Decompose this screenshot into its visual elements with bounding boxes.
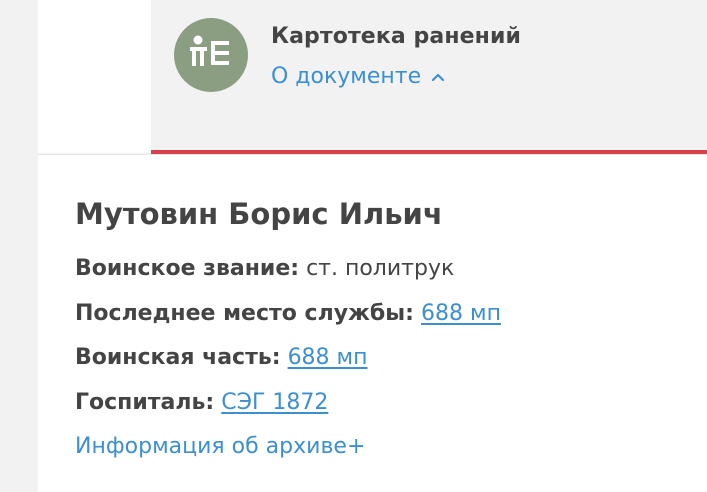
chevron-up-icon bbox=[431, 72, 445, 82]
record-card: Мутовин Борис Ильич Воинское звание: ст.… bbox=[38, 154, 707, 492]
person-document-glyph bbox=[190, 35, 229, 66]
unit-label: Воинская часть: bbox=[75, 345, 281, 370]
document-header: Картотека ранений О документе bbox=[151, 0, 707, 150]
document-title: Картотека ранений bbox=[271, 24, 521, 49]
about-document-label: О документе bbox=[271, 64, 422, 89]
hospital-label: Госпиталь: bbox=[75, 390, 215, 415]
person-name: Мутовин Борис Ильич bbox=[75, 197, 443, 231]
unit-field: Воинская часть: 688 мп bbox=[75, 345, 368, 370]
unit-link[interactable]: 688 мп bbox=[288, 345, 368, 370]
hospital-link[interactable]: СЭГ 1872 bbox=[221, 390, 328, 415]
page: Картотека ранений О документе Мутовин Бо… bbox=[0, 0, 707, 492]
last-service-link[interactable]: 688 мп bbox=[421, 301, 501, 326]
rank-field: Воинское звание: ст. политрук bbox=[75, 256, 454, 281]
last-service-field: Последнее место службы: 688 мп bbox=[75, 301, 501, 326]
rank-value: ст. политрук bbox=[306, 256, 455, 281]
left-margin bbox=[0, 0, 38, 492]
archive-info-link[interactable]: Информация об архиве+ bbox=[75, 434, 365, 459]
hospital-field: Госпиталь: СЭГ 1872 bbox=[75, 390, 328, 415]
person-document-icon bbox=[174, 18, 248, 92]
about-document-toggle[interactable]: О документе bbox=[271, 64, 445, 89]
rank-label: Воинское звание: bbox=[75, 256, 300, 281]
header-left-blank bbox=[38, 0, 151, 153]
last-service-label: Последнее место службы: bbox=[75, 301, 414, 326]
